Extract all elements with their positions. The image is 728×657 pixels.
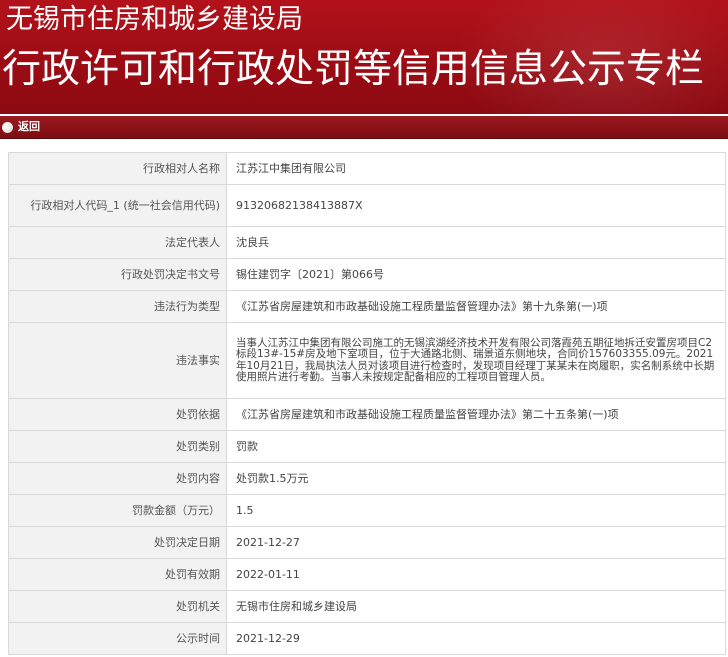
field-label: 处罚类别 bbox=[8, 430, 227, 463]
field-label: 违法事实 bbox=[8, 322, 227, 399]
table-row: 违法行为类型 《江苏省房屋建筑和市政基础设施工程质量监督管理办法》第十九条第(一… bbox=[8, 290, 726, 323]
table-row: 法定代表人 沈良兵 bbox=[8, 226, 726, 259]
field-label: 行政处罚决定书文号 bbox=[8, 258, 227, 291]
field-value: 处罚款1.5万元 bbox=[226, 462, 726, 495]
field-value: 江苏江中集团有限公司 bbox=[226, 152, 726, 185]
field-label: 行政相对人代码_1 (统一社会信用代码) bbox=[8, 184, 227, 227]
table-row: 处罚类别 罚款 bbox=[8, 430, 726, 463]
field-label: 行政相对人名称 bbox=[8, 152, 227, 185]
table-row: 处罚依据 《江苏省房屋建筑和市政基础设施工程质量监督管理办法》第二十五条第(一)… bbox=[8, 398, 726, 431]
table-row: 违法事实 当事人江苏江中集团有限公司施工的无锡滨湖经济技术开发有限公司落霞苑五期… bbox=[8, 322, 726, 399]
field-value: 2021-12-29 bbox=[226, 622, 726, 655]
table-row: 罚款金额（万元） 1.5 bbox=[8, 494, 726, 527]
field-label: 处罚有效期 bbox=[8, 558, 227, 591]
field-value: 当事人江苏江中集团有限公司施工的无锡滨湖经济技术开发有限公司落霞苑五期征地拆迁安… bbox=[236, 336, 715, 383]
table-row: 行政相对人代码_1 (统一社会信用代码) 91320682138413887X bbox=[8, 184, 726, 227]
table-row: 行政处罚决定书文号 锡住建罚字〔2021〕第066号 bbox=[8, 258, 726, 291]
record-detail-table: 行政相对人名称 江苏江中集团有限公司 行政相对人代码_1 (统一社会信用代码) … bbox=[8, 152, 726, 655]
field-label: 违法行为类型 bbox=[8, 290, 227, 323]
field-label: 公示时间 bbox=[8, 622, 227, 655]
back-circle-icon bbox=[2, 121, 13, 133]
field-value: 罚款 bbox=[226, 430, 726, 463]
table-row: 行政相对人名称 江苏江中集团有限公司 bbox=[8, 152, 726, 185]
field-label: 处罚依据 bbox=[8, 398, 227, 431]
table-row: 处罚内容 处罚款1.5万元 bbox=[8, 462, 726, 495]
field-value: 沈良兵 bbox=[226, 226, 726, 259]
field-value: 《江苏省房屋建筑和市政基础设施工程质量监督管理办法》第二十五条第(一)项 bbox=[226, 398, 726, 431]
table-row: 处罚机关 无锡市住房和城乡建设局 bbox=[8, 590, 726, 623]
field-value: 2022-01-11 bbox=[226, 558, 726, 591]
table-row: 处罚决定日期 2021-12-27 bbox=[8, 526, 726, 559]
field-value: 1.5 bbox=[226, 494, 726, 527]
field-value: 2021-12-27 bbox=[226, 526, 726, 559]
table-row: 公示时间 2021-12-29 bbox=[8, 622, 726, 655]
org-name: 无锡市住房和城乡建设局 bbox=[6, 4, 303, 35]
field-label: 处罚决定日期 bbox=[8, 526, 227, 559]
field-label: 处罚机关 bbox=[8, 590, 227, 623]
field-value: 91320682138413887X bbox=[226, 184, 726, 227]
back-label: 返回 bbox=[18, 120, 40, 133]
field-value: 《江苏省房屋建筑和市政基础设施工程质量监督管理办法》第十九条第(一)项 bbox=[226, 290, 726, 323]
nav-bar: 返回 bbox=[0, 116, 728, 139]
field-label: 罚款金额（万元） bbox=[8, 494, 227, 527]
header-banner: 无锡市住房和城乡建设局 行政许可和行政处罚等信用信息公示专栏 bbox=[0, 0, 728, 114]
field-value: 无锡市住房和城乡建设局 bbox=[226, 590, 726, 623]
field-label: 处罚内容 bbox=[8, 462, 227, 495]
field-value: 锡住建罚字〔2021〕第066号 bbox=[226, 258, 726, 291]
field-value-cell: 当事人江苏江中集团有限公司施工的无锡滨湖经济技术开发有限公司落霞苑五期征地拆迁安… bbox=[226, 322, 726, 399]
back-button[interactable]: 返回 bbox=[2, 119, 40, 135]
field-label: 法定代表人 bbox=[8, 226, 227, 259]
table-row: 处罚有效期 2022-01-11 bbox=[8, 558, 726, 591]
column-title: 行政许可和行政处罚等信用信息公示专栏 bbox=[2, 47, 705, 92]
